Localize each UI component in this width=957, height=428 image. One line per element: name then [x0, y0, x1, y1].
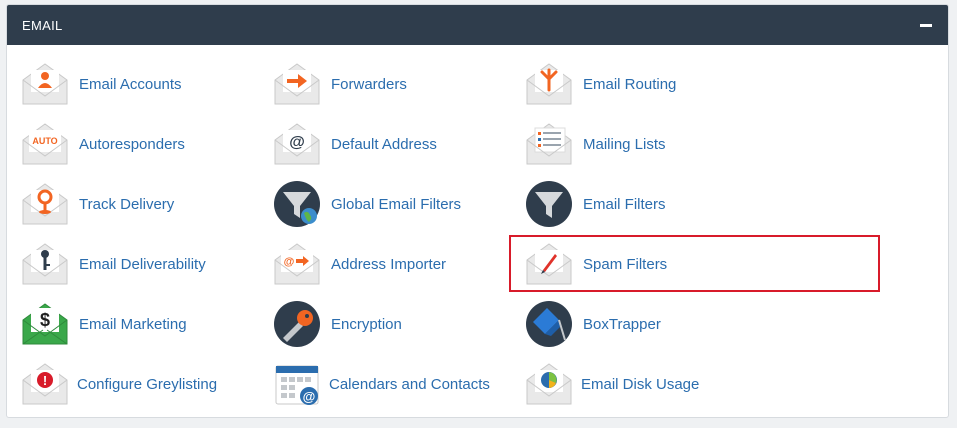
email-accounts-icon: [22, 63, 68, 105]
at-text: @: [303, 389, 316, 404]
item-label[interactable]: Mailing Lists: [583, 136, 666, 153]
item-label[interactable]: Email Filters: [583, 196, 666, 213]
forwarders-icon: [274, 63, 320, 105]
at-text: @: [284, 256, 295, 268]
spam-filters-icon: [526, 243, 572, 285]
email-deliverability-link[interactable]: Email Deliverability: [21, 236, 206, 292]
email-routing-icon: [526, 63, 572, 105]
track-delivery-icon: [22, 183, 68, 225]
boxtrapper-icon: [526, 301, 572, 347]
item-label[interactable]: Email Routing: [583, 76, 676, 93]
email-accounts-link[interactable]: Email Accounts: [21, 56, 182, 112]
calendars-and-contacts-icon: @: [275, 365, 319, 405]
email-filters-icon: [526, 181, 572, 227]
panel-header[interactable]: EMAIL: [7, 5, 948, 45]
email-disk-usage-link[interactable]: Email Disk Usage: [525, 356, 699, 412]
section-title: EMAIL: [22, 18, 63, 33]
email-disk-usage-icon: [526, 363, 572, 405]
default-address-icon: @: [274, 123, 320, 165]
boxtrapper-link[interactable]: BoxTrapper: [525, 296, 661, 352]
auto-text: AUTO: [32, 136, 57, 146]
item-label[interactable]: Encryption: [331, 316, 402, 333]
encryption-link[interactable]: Encryption: [273, 296, 402, 352]
calendars-and-contacts-link[interactable]: @ Calendars and Contacts: [273, 356, 490, 412]
item-label[interactable]: Calendars and Contacts: [329, 376, 490, 393]
global-email-filters-icon: [274, 181, 320, 227]
exclamation-text: !: [43, 373, 47, 388]
item-label[interactable]: Email Marketing: [79, 316, 187, 333]
autoresponders-icon: AUTO: [22, 123, 68, 165]
autoresponders-link[interactable]: AUTO Autoresponders: [21, 116, 185, 172]
spam-filters-link[interactable]: Spam Filters: [525, 236, 667, 292]
item-label[interactable]: Default Address: [331, 136, 437, 153]
item-label[interactable]: Autoresponders: [79, 136, 185, 153]
item-label[interactable]: Email Disk Usage: [581, 376, 699, 393]
configure-greylisting-icon: !: [22, 363, 68, 405]
item-label[interactable]: BoxTrapper: [583, 316, 661, 333]
mailing-lists-icon: [526, 123, 572, 165]
default-address-link[interactable]: @ Default Address: [273, 116, 437, 172]
dollar-text: $: [40, 310, 50, 330]
forwarders-link[interactable]: Forwarders: [273, 56, 407, 112]
mailing-lists-link[interactable]: Mailing Lists: [525, 116, 666, 172]
global-email-filters-link[interactable]: Global Email Filters: [273, 176, 461, 232]
address-importer-icon: @: [274, 243, 320, 285]
email-routing-link[interactable]: Email Routing: [525, 56, 676, 112]
address-importer-link[interactable]: @ Address Importer: [273, 236, 446, 292]
item-label[interactable]: Spam Filters: [583, 256, 667, 273]
item-label[interactable]: Email Deliverability: [79, 256, 206, 273]
item-label[interactable]: Global Email Filters: [331, 196, 461, 213]
configure-greylisting-link[interactable]: ! Configure Greylisting: [21, 356, 217, 412]
at-text: @: [289, 134, 305, 151]
email-marketing-link[interactable]: $ Email Marketing: [21, 296, 187, 352]
email-marketing-icon: $: [22, 303, 68, 345]
encryption-icon: [274, 301, 320, 347]
email-deliverability-icon: [22, 243, 68, 285]
item-label[interactable]: Forwarders: [331, 76, 407, 93]
email-panel: EMAIL Email Accounts Forwarders Email Ro…: [6, 4, 949, 418]
email-filters-link[interactable]: Email Filters: [525, 176, 666, 232]
item-label[interactable]: Address Importer: [331, 256, 446, 273]
item-label[interactable]: Email Accounts: [79, 76, 182, 93]
minus-icon[interactable]: [920, 24, 932, 27]
item-label[interactable]: Configure Greylisting: [77, 376, 217, 393]
item-label[interactable]: Track Delivery: [79, 196, 174, 213]
track-delivery-link[interactable]: Track Delivery: [21, 176, 174, 232]
